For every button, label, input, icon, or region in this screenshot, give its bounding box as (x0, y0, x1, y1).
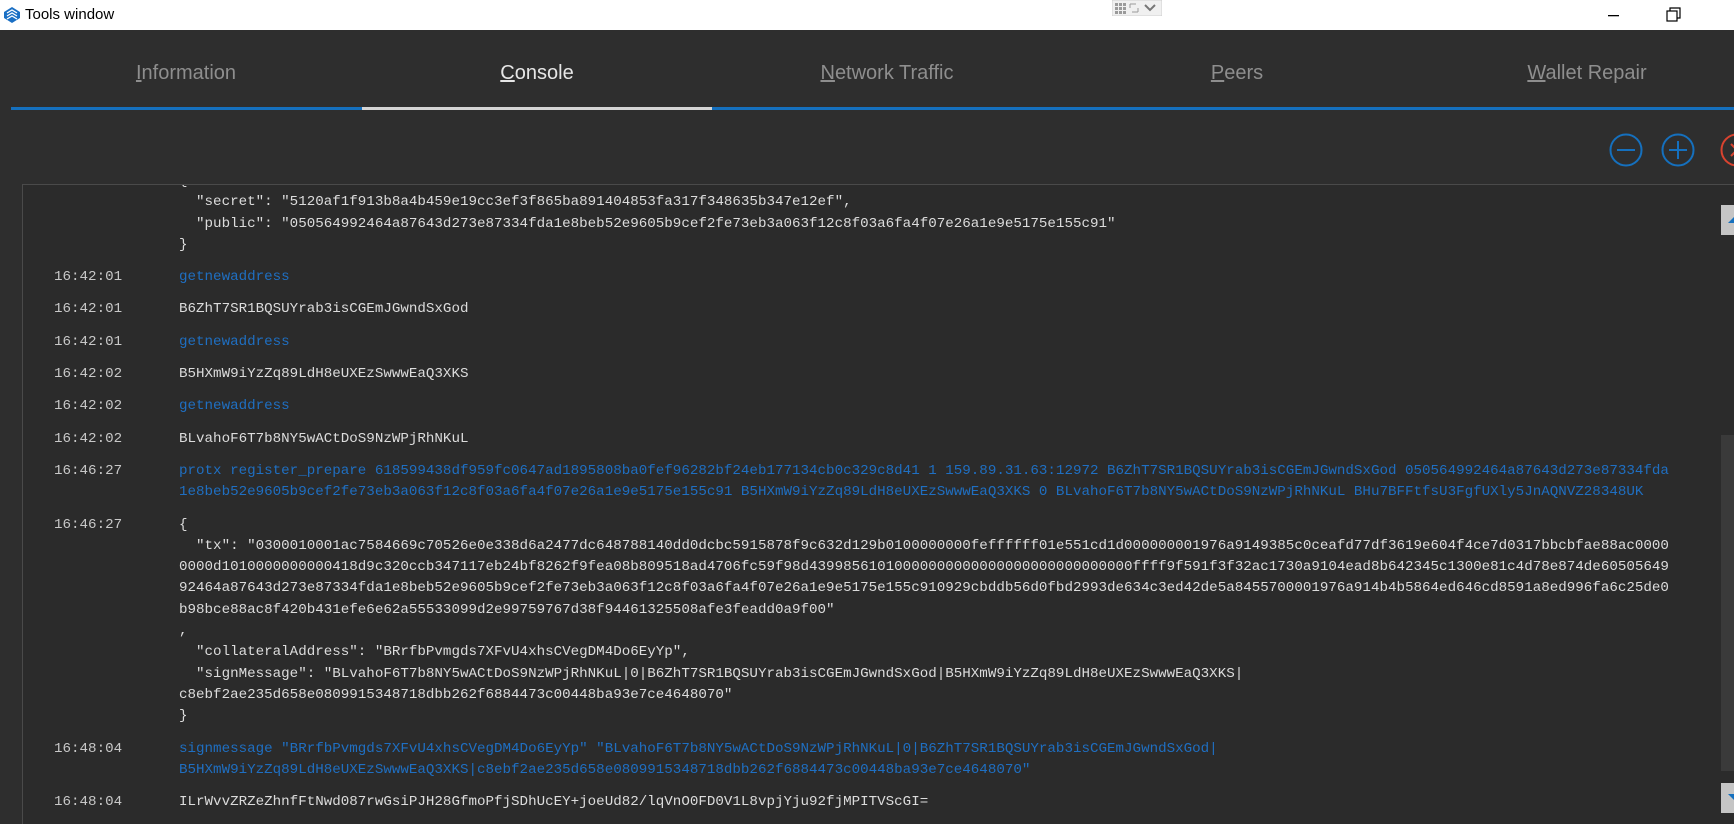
console-result-text: { "tx": "0300010001ac7584669c70526e0e338… (179, 515, 1671, 728)
tab-label: eers (1224, 62, 1263, 84)
tab-label: allet Repair (1545, 62, 1646, 84)
tab-information[interactable]: Information (11, 62, 361, 85)
console-result-row: 16:48:04ILrWvvZRZeZhnfFtNwd087rwGsiPJH28… (23, 792, 1693, 813)
console-command-text: signmessage "BRrfbPvmgds7XFvU4xhsCVegDM4… (179, 739, 1671, 782)
tab-peers[interactable]: Peers (1062, 62, 1412, 85)
console-timestamp: 16:42:02 (23, 429, 179, 450)
console-command-row: 16:42:02getnewaddress (23, 396, 1693, 417)
tab-mnemonic: C (500, 62, 514, 84)
console-timestamp: 16:46:27 (23, 515, 179, 728)
tab-network-traffic[interactable]: Network Traffic (712, 62, 1062, 85)
layout-grid-icon[interactable] (1112, 0, 1162, 16)
console-command-row: 16:42:01getnewaddress (23, 267, 1693, 288)
console-result-row: 16:42:02B5HXmW9iYzZq89LdH8eUXEzSwwwEaQ3X… (23, 364, 1693, 385)
zoom-out-icon[interactable] (1608, 132, 1644, 168)
console-command-row: 16:42:01getnewaddress (23, 332, 1693, 353)
tab-label: onsole (515, 62, 574, 84)
console-result-text: B5HXmW9iYzZq89LdH8eUXEzSwwwEaQ3XKS (179, 364, 1671, 385)
console-result-text: { "secret": "5120af1f913b8a4b459e19cc3ef… (179, 184, 1671, 256)
console-scrollbar[interactable] (1721, 205, 1734, 815)
tab-label: nformation (142, 62, 237, 84)
console-timestamp: 16:41:21 (23, 184, 179, 256)
console-timestamp: 16:48:04 (23, 739, 179, 782)
console-timestamp: 16:42:01 (23, 332, 179, 353)
console-timestamp: 16:46:27 (23, 461, 179, 504)
console-command-text: getnewaddress (179, 332, 1671, 353)
console-timestamp: 16:42:02 (23, 364, 179, 385)
console-result-text: B6ZhT7SR1BQSUYrab3isCGEmJGwndSxGod (179, 299, 1671, 320)
console-result-text: BLvahoF6T7b8NY5wACtDoS9NzWPjRhNKuL (179, 429, 1671, 450)
tab-console[interactable]: Console (362, 62, 712, 85)
active-tab-indicator (362, 107, 712, 110)
console-log: 16:41:21{ "secret": "5120af1f913b8a4b459… (23, 184, 1693, 824)
console-command-row: 16:48:04signmessage "BRrfbPvmgds7XFvU4xh… (23, 739, 1693, 782)
console-command-text: protx register_prepare 618599438df959fc0… (179, 461, 1671, 504)
console-result-row: 16:42:02BLvahoF6T7b8NY5wACtDoS9NzWPjRhNK… (23, 429, 1693, 450)
tab-wallet-repair[interactable]: Wallet Repair (1412, 62, 1734, 85)
console-output[interactable]: 16:41:21{ "secret": "5120af1f913b8a4b459… (22, 184, 1734, 824)
tab-mnemonic: W (1527, 62, 1545, 84)
console-command-text: getnewaddress (179, 267, 1671, 288)
console-timestamp: 16:42:01 (23, 267, 179, 288)
console-timestamp: 16:42:01 (23, 299, 179, 320)
minimize-icon[interactable] (1590, 2, 1636, 28)
console-command-row: 16:46:27protx register_prepare 618599438… (23, 461, 1693, 504)
chevron-up-icon (1728, 215, 1734, 223)
window-title: Tools window (25, 6, 114, 23)
console-result-row: 16:41:21{ "secret": "5120af1f913b8a4b459… (23, 184, 1693, 256)
scroll-thumb[interactable] (1721, 435, 1734, 771)
console-result-row: 16:46:27{ "tx": "0300010001ac7584669c705… (23, 515, 1693, 728)
scroll-up-button[interactable] (1721, 205, 1734, 235)
tab-bar: Information Console Network Traffic Peer… (0, 30, 1734, 112)
console-command-text: getnewaddress (179, 396, 1671, 417)
console-result-text: ILrWvvZRZeZhnfFtNwd087rwGsiPJH28GfmoPfjS… (179, 792, 1671, 813)
clear-icon[interactable] (1712, 132, 1734, 168)
tab-underline (11, 107, 1734, 110)
app-logo-icon (3, 6, 21, 24)
title-bar: Tools window (0, 0, 1734, 30)
scroll-down-button[interactable] (1721, 783, 1734, 813)
chevron-down-icon (1728, 794, 1734, 802)
tab-mnemonic: P (1211, 62, 1224, 84)
console-result-row: 16:42:01B6ZhT7SR1BQSUYrab3isCGEmJGwndSxG… (23, 299, 1693, 320)
console-timestamp: 16:48:04 (23, 792, 179, 813)
restore-icon[interactable] (1652, 2, 1698, 28)
console-timestamp: 16:42:02 (23, 396, 179, 417)
zoom-in-icon[interactable] (1660, 132, 1696, 168)
tab-label: etwork Traffic (835, 62, 954, 84)
tab-mnemonic: N (820, 62, 834, 84)
